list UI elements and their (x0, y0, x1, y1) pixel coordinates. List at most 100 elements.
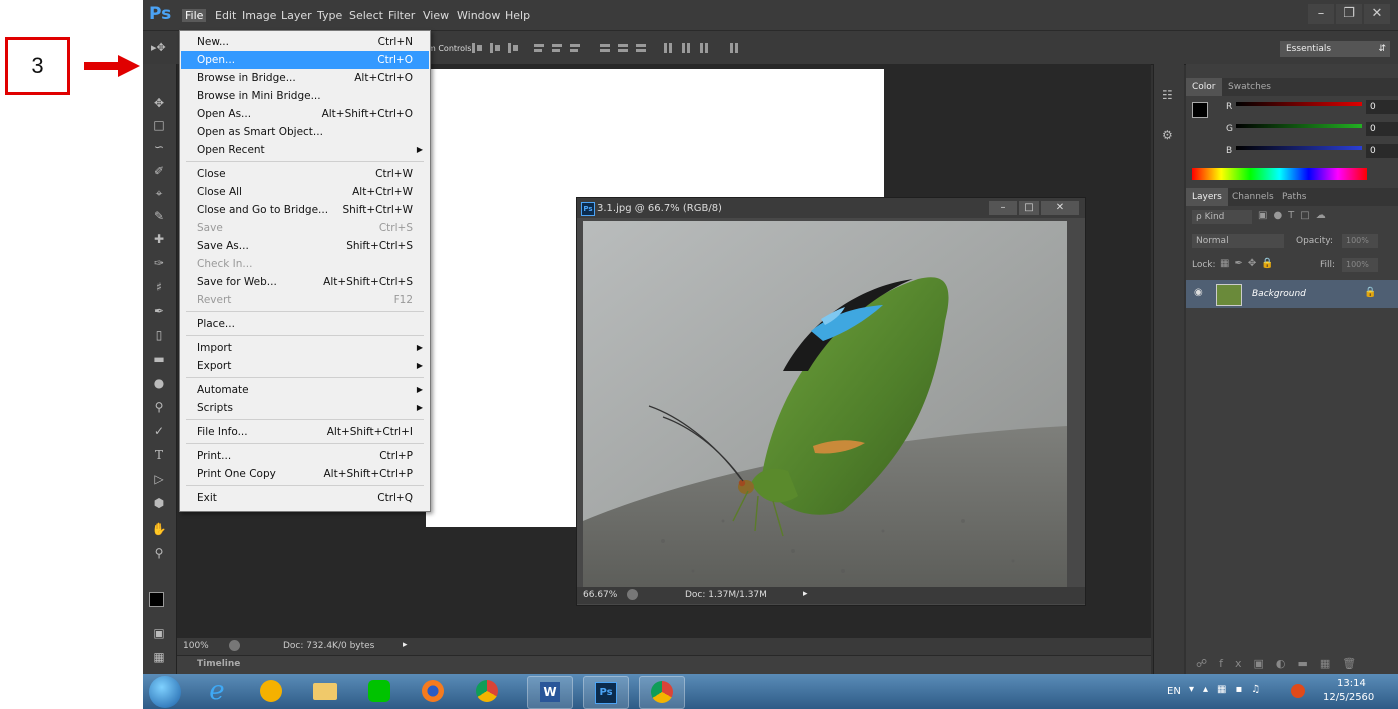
marquee-tool-icon[interactable]: □ (149, 116, 169, 134)
image-maximize-button[interactable]: □ (1019, 201, 1039, 215)
menu-item-open-recent[interactable]: Open Recent ▶ (181, 141, 429, 159)
timeline-tab[interactable]: Timeline (197, 659, 240, 669)
menu-item-scripts[interactable]: Scripts ▶ (181, 399, 429, 417)
crop-tool-icon[interactable]: ⌖ (149, 184, 169, 202)
channel-r-value[interactable]: 0 (1366, 100, 1398, 114)
menu-item-print[interactable]: Print... Ctrl+P (181, 447, 429, 465)
eraser-tool-icon[interactable]: ▯ (149, 326, 169, 344)
layer-filter-kind[interactable]: ρ Kind (1192, 210, 1252, 224)
menu-item-import[interactable]: Import ▶ (181, 339, 429, 357)
menu-item-place[interactable]: Place... (181, 315, 429, 333)
menu-image[interactable]: Image (242, 9, 276, 22)
menu-item-open-as[interactable]: Open As... Alt+Shift+Ctrl+O (181, 105, 429, 123)
menu-item-save-for-web[interactable]: Save for Web... Alt+Shift+Ctrl+S (181, 273, 429, 291)
opacity-value[interactable]: 100% (1342, 234, 1378, 248)
menu-item-file-info[interactable]: File Info... Alt+Shift+Ctrl+I (181, 423, 429, 441)
paint-app-icon[interactable] (249, 676, 293, 707)
history-panel-icon[interactable]: ☷ (1162, 88, 1173, 102)
healing-brush-tool-icon[interactable]: ✚ (149, 230, 169, 248)
menu-item-print-one-copy[interactable]: Print One Copy Alt+Shift+Ctrl+P (181, 465, 429, 483)
layer-row-background[interactable]: ◉ Background 🔒 (1186, 280, 1398, 308)
chrome-icon[interactable] (465, 676, 509, 707)
menu-view[interactable]: View (423, 9, 449, 22)
menu-item-export[interactable]: Export ▶ (181, 357, 429, 375)
menu-item-close[interactable]: Close Ctrl+W (181, 165, 429, 183)
quick-selection-tool-icon[interactable]: ✐ (149, 162, 169, 180)
properties-panel-icon[interactable]: ⚙ (1162, 128, 1173, 142)
move-tool-icon[interactable]: ✥ (149, 94, 169, 112)
type-tool-icon[interactable]: T (149, 446, 169, 464)
move-tool-icon[interactable]: ▸✥ (151, 41, 166, 54)
blend-mode-dropdown[interactable]: Normal (1192, 234, 1284, 248)
lock-icons[interactable]: ▦✒✥🔒 (1220, 258, 1279, 269)
workspace-dropdown[interactable]: Essentials ⇵ (1280, 41, 1390, 57)
butterfly-photo[interactable] (583, 221, 1067, 587)
clock-date[interactable]: 12/5/2560 (1323, 692, 1374, 703)
fill-value[interactable]: 100% (1342, 258, 1378, 272)
pen-tool-icon[interactable]: ✓ (149, 422, 169, 440)
file-explorer-icon[interactable] (303, 676, 347, 707)
photoshop-taskbar-button[interactable]: Ps (583, 676, 629, 709)
menu-item-browse-mini-bridge[interactable]: Browse in Mini Bridge... (181, 87, 429, 105)
visibility-eye-icon[interactable]: ◉ (1194, 287, 1203, 298)
word-taskbar-button[interactable]: W (527, 676, 573, 709)
close-button[interactable]: ✕ (1364, 4, 1390, 24)
menu-layer[interactable]: Layer (281, 9, 312, 22)
chrome-taskbar-button[interactable] (639, 676, 685, 709)
color-spectrum-bar[interactable] (1192, 168, 1367, 180)
channel-g-slider[interactable] (1236, 124, 1362, 128)
zoom-tool-icon[interactable]: ⚲ (149, 544, 169, 562)
tab-paths[interactable]: Paths (1276, 188, 1312, 206)
channel-r-slider[interactable] (1236, 102, 1362, 106)
image-status-arrow-icon[interactable]: ▸ (803, 589, 808, 599)
image-zoom-level[interactable]: 66.67% (583, 590, 617, 600)
menu-help[interactable]: Help (505, 9, 530, 22)
system-tray-icons[interactable]: ▾▴▦▪♫ (1189, 684, 1269, 695)
restore-button[interactable]: ❐ (1336, 4, 1362, 24)
tab-swatches[interactable]: Swatches (1222, 78, 1277, 96)
image-close-button[interactable]: ✕ (1041, 201, 1079, 215)
start-button[interactable] (149, 676, 181, 708)
clock-time[interactable]: 13:14 (1337, 678, 1366, 689)
color-foreground-swatch[interactable] (1192, 102, 1208, 118)
menu-filter[interactable]: Filter (388, 9, 415, 22)
menu-item-close-all[interactable]: Close All Alt+Ctrl+W (181, 183, 429, 201)
firefox-icon[interactable] (411, 676, 455, 707)
zoom-level[interactable]: 100% (183, 641, 209, 651)
eyedropper-tool-icon[interactable]: ✎ (149, 207, 169, 225)
lasso-tool-icon[interactable]: ∽ (149, 138, 169, 156)
stamp-tool-icon[interactable]: ♯ (149, 278, 169, 296)
menu-item-new[interactable]: New... Ctrl+N (181, 33, 429, 51)
tab-layers[interactable]: Layers (1186, 188, 1228, 206)
menu-item-browse-bridge[interactable]: Browse in Bridge... Alt+Ctrl+O (181, 69, 429, 87)
tab-color[interactable]: Color (1186, 78, 1222, 96)
status-arrow-icon[interactable]: ▸ (403, 640, 408, 650)
brush-tool-icon[interactable]: ✑ (149, 254, 169, 272)
history-brush-tool-icon[interactable]: ✒ (149, 302, 169, 320)
layer-name[interactable]: Background (1252, 289, 1306, 299)
alert-icon[interactable] (1291, 684, 1305, 698)
channel-b-slider[interactable] (1236, 146, 1362, 150)
image-window-titlebar[interactable]: Ps 3.1.jpg @ 66.7% (RGB/8) – □ ✕ (577, 198, 1085, 218)
menu-select[interactable]: Select (349, 9, 383, 22)
menu-type[interactable]: Type (317, 9, 342, 22)
gradient-tool-icon[interactable]: ▬ (149, 350, 169, 368)
menu-item-close-go-bridge[interactable]: Close and Go to Bridge... Shift+Ctrl+W (181, 201, 429, 219)
channel-g-value[interactable]: 0 (1366, 122, 1398, 136)
screen-mode-icon[interactable]: ▦ (149, 648, 169, 666)
shape-tool-icon[interactable]: ⬢ (149, 494, 169, 512)
minimize-button[interactable]: – (1308, 4, 1334, 24)
channel-b-value[interactable]: 0 (1366, 144, 1398, 158)
image-minimize-button[interactable]: – (989, 201, 1017, 215)
quick-mask-icon[interactable]: ▣ (149, 624, 169, 642)
language-indicator[interactable]: EN (1167, 686, 1181, 697)
menu-item-automate[interactable]: Automate ▶ (181, 381, 429, 399)
line-app-icon[interactable] (357, 676, 401, 707)
menu-item-open[interactable]: Open... Ctrl+O (181, 51, 429, 69)
internet-explorer-icon[interactable]: e (195, 676, 239, 707)
menu-item-open-smart-object[interactable]: Open as Smart Object... (181, 123, 429, 141)
transform-controls-label[interactable]: m Controls (428, 44, 471, 53)
menu-file[interactable]: File (182, 9, 207, 22)
dodge-tool-icon[interactable]: ⚲ (149, 398, 169, 416)
tab-channels[interactable]: Channels (1226, 188, 1280, 206)
